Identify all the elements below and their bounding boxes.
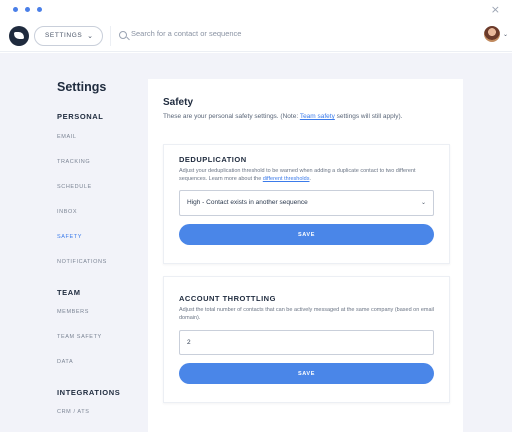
- page-description-suffix: settings will still apply).: [334, 113, 403, 120]
- search-icon: [119, 31, 127, 39]
- window-dot-yellow[interactable]: [25, 7, 30, 12]
- deduplication-threshold-select[interactable]: High - Contact exists in another sequenc…: [179, 190, 434, 216]
- sidebar-section-personal: PERSONAL: [57, 112, 104, 121]
- sidebar-item-crm-ats[interactable]: CRM / ATS: [57, 409, 90, 415]
- sidebar-item-data[interactable]: DATA: [57, 359, 73, 365]
- deduplication-title: DEDUPLICATION: [179, 155, 247, 164]
- chevron-down-icon: ⌄: [87, 32, 93, 40]
- team-safety-link[interactable]: Team safety: [300, 113, 335, 120]
- deduplication-save-button[interactable]: SAVE: [179, 224, 434, 245]
- sidebar-section-team: TEAM: [57, 288, 81, 297]
- sidebar-title: Settings: [57, 80, 107, 94]
- page-description-prefix: These are your personal safety settings.…: [163, 113, 300, 120]
- sidebar-item-safety[interactable]: SAFETY: [57, 234, 82, 240]
- sidebar-item-members[interactable]: MEMBERS: [57, 309, 89, 315]
- deduplication-description-end: .: [309, 176, 311, 182]
- deduplication-card: DEDUPLICATION Adjust your deduplication …: [163, 144, 450, 264]
- search-bar[interactable]: [110, 26, 410, 46]
- window-dot-red[interactable]: [13, 7, 18, 12]
- different-thresholds-link[interactable]: different thresholds: [263, 176, 310, 182]
- sidebar-item-email[interactable]: EMAIL: [57, 134, 77, 140]
- throttling-save-button[interactable]: SAVE: [179, 363, 434, 384]
- user-avatar[interactable]: [484, 26, 500, 42]
- sidebar-item-notifications[interactable]: NOTIFICATIONS: [57, 259, 107, 265]
- settings-dropdown[interactable]: SETTINGS ⌄: [34, 26, 103, 46]
- main-content: Settings PERSONAL EMAIL TRACKING SCHEDUL…: [0, 53, 512, 432]
- account-throttling-title: ACCOUNT THROTTLING: [179, 294, 276, 303]
- sidebar-item-team-safety[interactable]: TEAM SAFETY: [57, 334, 102, 340]
- sidebar-item-schedule[interactable]: SCHEDULE: [57, 184, 92, 190]
- search-input[interactable]: [131, 29, 391, 38]
- safety-panel: Safety These are your personal safety se…: [148, 79, 463, 432]
- page-description: These are your personal safety settings.…: [163, 113, 402, 120]
- throttling-limit-input[interactable]: [179, 330, 434, 355]
- page-title: Safety: [163, 97, 194, 108]
- sidebar-section-integrations: INTEGRATIONS: [57, 388, 121, 397]
- window-titlebar: ×: [0, 0, 512, 20]
- account-throttling-description: Adjust the total number of contacts that…: [179, 307, 434, 321]
- settings-dropdown-label: SETTINGS: [45, 32, 83, 39]
- app-logo-icon[interactable]: [9, 26, 29, 46]
- account-throttling-card: ACCOUNT THROTTLING Adjust the total numb…: [163, 276, 450, 403]
- app-header: SETTINGS ⌄: [0, 20, 512, 52]
- avatar-chevron-down-icon[interactable]: ⌄: [503, 31, 508, 38]
- sidebar-item-tracking[interactable]: TRACKING: [57, 159, 90, 165]
- chevron-down-icon: ⌄: [420, 199, 426, 206]
- deduplication-selected-value: High - Contact exists in another sequenc…: [187, 199, 308, 206]
- deduplication-description: Adjust your deduplication threshold to b…: [179, 167, 437, 183]
- sidebar-item-inbox[interactable]: INBOX: [57, 209, 77, 215]
- window-dot-green[interactable]: [37, 7, 42, 12]
- close-icon[interactable]: ×: [491, 3, 500, 16]
